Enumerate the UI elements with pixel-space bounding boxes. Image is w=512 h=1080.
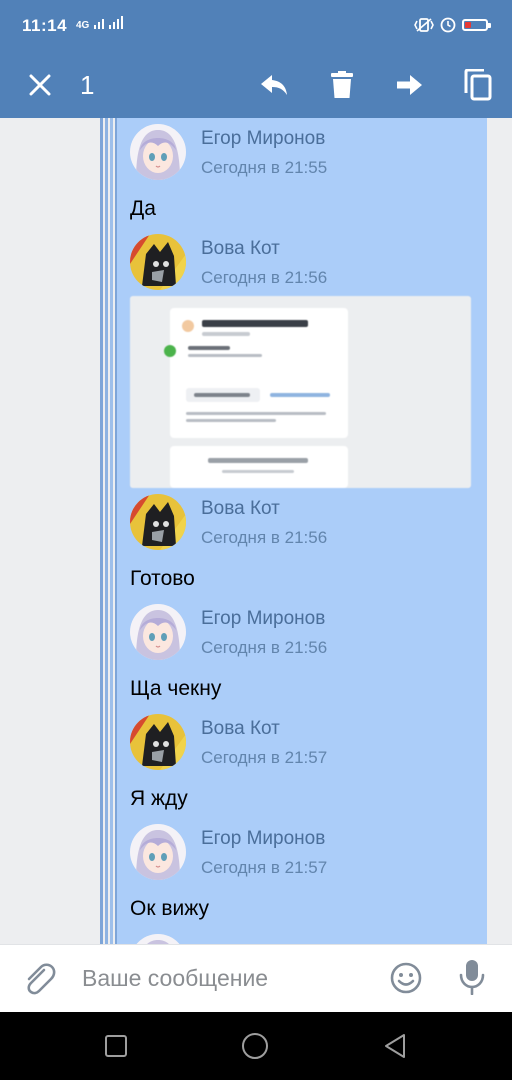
message-composer: Ваше сообщение [0, 944, 512, 1012]
status-time: 11:14 [22, 16, 68, 35]
attach-button[interactable] [22, 961, 56, 1002]
author-name[interactable]: Егор Миронов [201, 828, 325, 850]
system-navigation-bar [0, 1012, 512, 1080]
status-bar: 11:14 4G [0, 0, 512, 52]
message-time: Сегодня в 21:55 [201, 158, 328, 177]
voice-button[interactable] [458, 959, 486, 1000]
signal-icon [94, 16, 124, 29]
paperclip-icon [27, 963, 56, 995]
author-name[interactable]: Вова Кот [201, 718, 280, 740]
forward-button[interactable] [388, 52, 432, 118]
author-name[interactable]: Вова Кот [201, 498, 280, 520]
close-icon [29, 74, 51, 96]
battery-icon [462, 19, 491, 31]
message-text: Ок вижу [130, 897, 210, 920]
message-time: Сегодня в 21:57 [201, 858, 328, 877]
smile-icon [390, 962, 422, 994]
avatar[interactable] [130, 714, 186, 770]
message-time: Сегодня в 21:56 [201, 638, 328, 657]
circle-icon [242, 1033, 268, 1059]
network-type: 4G [76, 20, 90, 31]
author-name[interactable]: Вова Кот [201, 238, 280, 260]
message-text: Ща чекну [130, 677, 222, 700]
avatar[interactable] [130, 234, 186, 290]
thread-stripe [110, 118, 113, 944]
message-text: Готово [130, 567, 195, 590]
avatar[interactable] [130, 494, 186, 550]
avatar[interactable] [130, 604, 186, 660]
status-icons [414, 17, 491, 33]
reply-icon [261, 75, 287, 95]
home-button[interactable] [241, 1032, 269, 1065]
message-text: Я жду [130, 787, 188, 810]
square-icon [105, 1035, 127, 1057]
thread-stripe [100, 118, 103, 944]
message-time: Сегодня в 21:56 [201, 268, 328, 287]
image-attachment[interactable] [130, 296, 471, 488]
message-text: Да [130, 197, 156, 220]
reply-button[interactable] [254, 52, 294, 118]
microphone-icon [459, 960, 485, 996]
conversation-area[interactable]: Егор Миронов Сегодня в 21:55 Да Вова Кот… [0, 118, 512, 944]
author-name[interactable]: Егор Миронов [201, 128, 325, 150]
selection-toolbar: 1 [0, 52, 512, 118]
thread-stripe [105, 118, 108, 944]
alarm-icon [440, 17, 456, 33]
back-button[interactable] [382, 1032, 408, 1065]
close-selection-button[interactable] [20, 52, 60, 118]
message-time: Сегодня в 21:56 [201, 528, 328, 547]
trash-icon [331, 71, 353, 98]
avatar[interactable] [130, 124, 186, 180]
author-name[interactable]: Егор Миронов [201, 608, 325, 630]
network-indicator: 4G [76, 16, 126, 31]
message-time: Сегодня в 21:57 [201, 748, 328, 767]
forward-icon [397, 75, 422, 95]
copy-button[interactable] [458, 52, 498, 118]
recent-apps-button[interactable] [104, 1034, 128, 1063]
copy-icon [464, 69, 492, 101]
message-input[interactable]: Ваше сообщение [82, 965, 268, 992]
avatar[interactable] [130, 824, 186, 880]
triangle-back-icon [385, 1034, 405, 1058]
delete-button[interactable] [322, 52, 362, 118]
selected-count: 1 [80, 70, 95, 100]
emoji-button[interactable] [390, 962, 422, 999]
vibrate-icon [414, 18, 434, 32]
